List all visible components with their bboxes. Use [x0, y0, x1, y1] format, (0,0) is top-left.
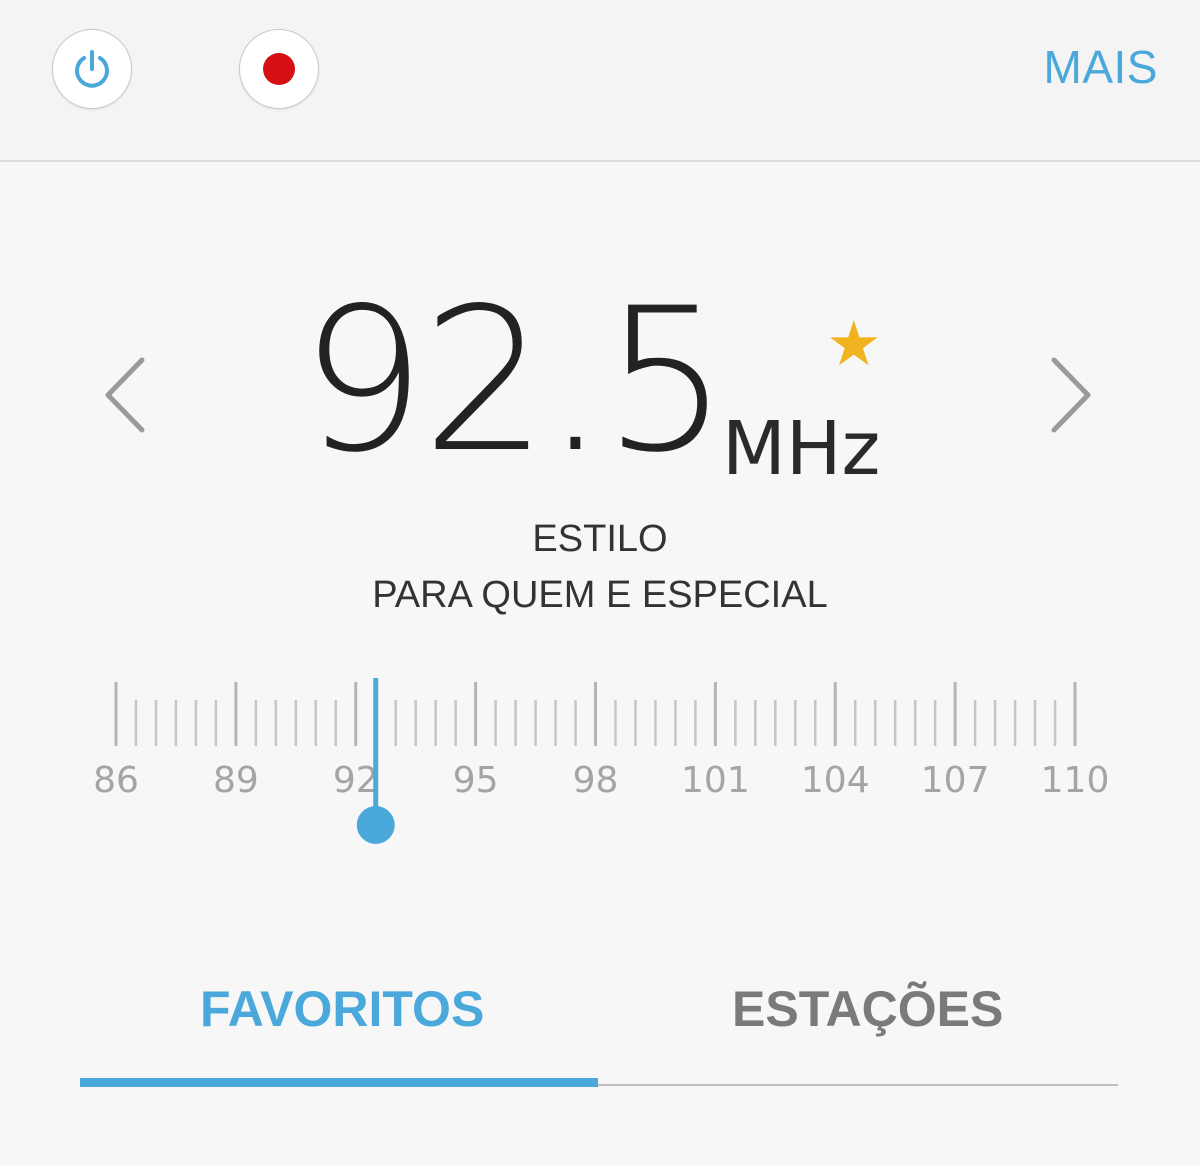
active-tab-indicator — [80, 1078, 598, 1087]
previous-station-chevron-left-icon[interactable] — [96, 350, 156, 440]
power-icon — [75, 50, 109, 88]
tab-stations[interactable]: ESTAÇÕES — [732, 980, 1003, 1038]
scale-label: 89 — [213, 760, 259, 801]
scale-label: 110 — [1041, 760, 1110, 801]
tab-favorites[interactable]: FAVORITOS — [200, 980, 484, 1038]
frequency-value: 92.5 — [300, 265, 729, 496]
scale-label: 107 — [921, 760, 990, 801]
top-bar: MAIS — [0, 0, 1200, 162]
favorite-star-icon[interactable]: ★ — [826, 314, 882, 376]
record-button[interactable] — [239, 29, 319, 109]
power-button[interactable] — [52, 29, 132, 109]
more-button[interactable]: MAIS — [1044, 40, 1158, 94]
tuner-scale[interactable]: 86 89 92 95 98 101 104 107 110 — [0, 660, 1200, 860]
next-station-chevron-right-icon[interactable] — [1040, 350, 1100, 440]
station-name: ESTILO — [532, 518, 668, 560]
fm-radio-screen: MAIS 92.5 MHz ★ ESTILO PARA QUEM E ESPEC… — [0, 0, 1200, 1166]
scale-label: 92 — [333, 760, 379, 801]
tuner-handle[interactable] — [356, 806, 395, 844]
record-dot-icon — [263, 53, 295, 85]
frequency-unit: MHz — [722, 406, 881, 492]
scale-label: 98 — [573, 760, 619, 801]
scale-label: 86 — [93, 760, 139, 801]
scale-label: 101 — [681, 760, 750, 801]
scale-label: 104 — [801, 760, 870, 801]
station-text: PARA QUEM E ESPECIAL — [372, 574, 828, 616]
scale-label: 95 — [453, 760, 499, 801]
